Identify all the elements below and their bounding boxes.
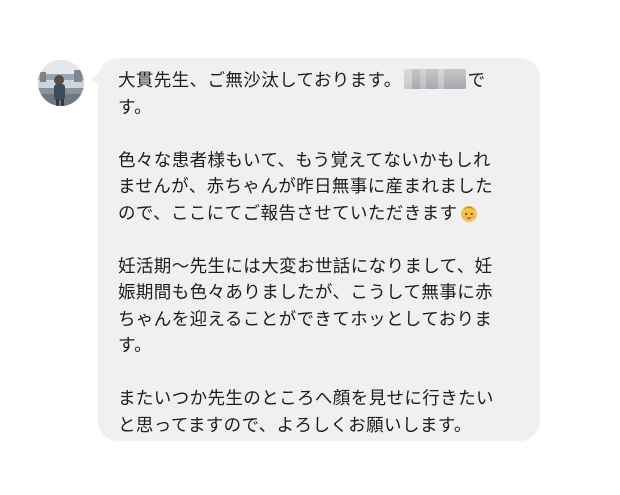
message-bubble[interactable]: 大貫先生、ご無沙汰しております。で す。 色々な患者様もいて、もう覚えてないかも… — [98, 58, 540, 441]
message-line: と思ってますので、よろしくお願いします。 — [118, 415, 472, 436]
message-line: 娠期間も色々ありましたが、こうして無事に赤 — [118, 283, 494, 303]
redacted-name — [403, 69, 466, 89]
message-text: 大貫先生、ご無沙汰しております。で す。 色々な患者様もいて、もう覚えてないかも… — [118, 68, 522, 439]
user-photo-avatar-icon — [38, 60, 84, 106]
message-line: またいつか先生のところへ顔を見せに行きたい — [118, 389, 494, 409]
message-line: ので、ここにてご報告させていただきます — [118, 201, 522, 228]
message-line: 妊活期〜先生には大変お世話になりまして、妊 — [118, 256, 493, 277]
message-line: ちゃんを迎えることができてホッとしておりま — [118, 309, 493, 330]
message-line: 色々な患者様もいて、もう覚えてないかもしれ — [118, 150, 491, 171]
message-line: す。 — [118, 97, 153, 118]
chat-message-row: 大貫先生、ご無沙汰しております。で す。 色々な患者様もいて、もう覚えてないかも… — [0, 0, 620, 495]
avatar[interactable] — [38, 60, 84, 106]
message-line: ませんが、赤ちゃんが昨日無事に産まれました — [118, 177, 494, 197]
message-line: す。 — [118, 336, 153, 356]
baby-emoji-icon — [459, 203, 479, 223]
message-line: 大貫先生、ご無沙汰しております。で — [118, 69, 486, 91]
